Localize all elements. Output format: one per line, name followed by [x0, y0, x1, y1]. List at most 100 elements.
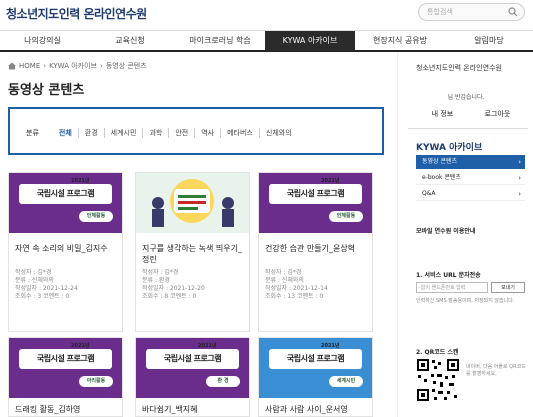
card-category: 분류 : 신체와의	[15, 277, 54, 284]
thumbnail-tag: 인체활동	[79, 211, 113, 222]
video-thumbnail[interactable]: 2021년 국립시설 프로그램 환 경	[136, 338, 249, 398]
breadcrumb-current: 동영상 콘텐츠	[105, 62, 147, 70]
filter-option-body[interactable]: 신체와의	[258, 128, 298, 138]
card-author: 작성자 : 김*경	[265, 269, 302, 276]
thumbnail-tag: 세계시민	[329, 376, 363, 387]
breadcrumb-separator: ›	[43, 62, 47, 70]
filter-label: 분류	[26, 129, 39, 137]
banner-text: 국립시설 프로그램	[286, 354, 345, 363]
category-filter: 분류 전체 환경 세계시민 과학 안전 역사 메타버스 신체와의	[8, 107, 384, 155]
banner-year: 2021년	[71, 178, 90, 184]
card-title[interactable]: 사람과 사람 사이_운서영	[265, 404, 370, 415]
filter-option-environment[interactable]: 환경	[77, 128, 104, 138]
nav-item-notice[interactable]: 알림마당	[445, 31, 533, 51]
video-thumbnail[interactable]: 2021년 국립시설 프로그램 세계시민	[259, 338, 372, 398]
nav-item-microlearning[interactable]: 마이크로러닝 학습	[175, 31, 265, 51]
logout-link[interactable]: 로그아웃	[485, 109, 511, 119]
chevron-right-icon: ›	[518, 158, 521, 166]
banner-text: 국립시설 프로그램	[36, 354, 95, 363]
video-card[interactable]: 2021년 국립시설 프로그램 세계시민 사람과 사람 사이_운서영	[258, 337, 373, 417]
qr-code	[416, 358, 460, 402]
card-date: 작성일자 : 2021-12-20	[142, 285, 205, 292]
nav-item-classroom[interactable]: 나의강의실	[0, 31, 85, 51]
search-placeholder: 통합검색	[427, 8, 453, 16]
card-meta: 작성자 : 김*경 분류 : 신체와의 작성일자 : 2021-12-14 조회…	[265, 269, 328, 301]
banner: 국립시설 프로그램	[146, 349, 239, 369]
video-thumbnail[interactable]: 2021년 국립시설 프로그램 인체활동	[9, 173, 122, 233]
send-sms-button[interactable]: 보내기	[491, 282, 525, 293]
chevron-right-icon: ›	[518, 174, 521, 182]
card-title[interactable]: 자연 속 소리의 비밀_김지수	[15, 243, 120, 254]
card-category: 분류 : 신체와의	[265, 277, 304, 284]
banner: 국립시설 프로그램	[19, 349, 112, 369]
banner-text: 국립시설 프로그램	[36, 189, 95, 198]
sidebar-org-name: 청소년지도인력 온라인연수원	[416, 64, 502, 72]
card-title[interactable]: 드래킹 활동_김하영	[15, 404, 120, 415]
card-date: 작성일자 : 2021-12-24	[15, 285, 78, 292]
thumbnail-tag: 인체활동	[329, 211, 363, 222]
main-nav: 나의강의실 교육신청 마이크로러닝 학습 KYWA 아카이브 현장지식 공유방 …	[0, 30, 533, 52]
site-logo[interactable]: 청소년지도인력 온라인연수원	[6, 5, 147, 22]
banner-year: 2021년	[198, 343, 217, 349]
sidebar-user-links: 내 정보 로그아웃	[416, 109, 526, 119]
card-meta: 작성자 : 김*경 분류 : 신체와의 작성일자 : 2021-12-24 조회…	[15, 269, 78, 301]
card-stats: 조회수 : 3 코멘트 : 0	[15, 293, 70, 300]
sidebar-item-label: 동영상 콘텐츠	[422, 158, 458, 165]
sidebar-item-video[interactable]: 동영상 콘텐츠 ›	[416, 155, 525, 169]
my-info-link[interactable]: 내 정보	[432, 109, 454, 119]
card-stats: 조회수 : 8 코멘트 : 0	[142, 293, 197, 300]
banner-year: 2021년	[71, 343, 90, 349]
video-card[interactable]: 2021년 국립시설 프로그램 인체활동 자연 속 소리의 비밀_김지수 작성자…	[8, 172, 123, 332]
video-thumbnail[interactable]: 2021년 국립시설 프로그램 인체활동	[259, 173, 372, 233]
banner: 국립시설 프로그램	[19, 184, 112, 204]
search-input[interactable]: 통합검색	[418, 3, 525, 21]
filter-option-safety[interactable]: 안전	[168, 128, 194, 138]
page-title: 동영상 콘텐츠	[8, 83, 85, 98]
banner-text: 국립시설 프로그램	[286, 189, 345, 198]
card-category: 분류 : 환경	[142, 277, 170, 284]
mobile-guide-title: 모바일 연수원 이용안내	[416, 228, 476, 235]
video-card[interactable]: 2021년 국립시설 프로그램 아리활동 드래킹 활동_김하영	[8, 337, 123, 417]
step-sms: 1. 서비스 URL 문자전송	[416, 272, 481, 279]
thumbnail-tag: 환 경	[206, 376, 240, 387]
video-thumbnail[interactable]	[136, 173, 249, 233]
card-stats: 조회수 : 13 코멘트 : 0	[265, 293, 324, 300]
card-meta: 작성자 : 김*경 분류 : 환경 작성일자 : 2021-12-20 조회수 …	[142, 269, 205, 301]
filter-option-science[interactable]: 과학	[142, 128, 168, 138]
thumbnail-illustration	[152, 179, 234, 227]
breadcrumb-separator: ›	[100, 62, 103, 70]
filter-option-history[interactable]: 역사	[194, 128, 220, 138]
search-icon[interactable]	[508, 7, 518, 17]
sms-note: 인력하신 SMS 발송용이며, 저장되지 않습니다.	[416, 298, 515, 304]
video-card[interactable]: 2021년 국립시설 프로그램 인체활동 건강한 습관 만들기_윤상혁 작성자 …	[258, 172, 373, 332]
divider	[408, 128, 528, 129]
sidebar: 청소년지도인력 온라인연수원 님 반갑습니다. 내 정보 로그아웃 KYWA 아…	[397, 52, 533, 417]
chevron-right-icon: ›	[518, 190, 521, 198]
nav-item-apply[interactable]: 교육신청	[85, 31, 175, 51]
thumbnail-tag: 아리활동	[79, 376, 113, 387]
video-card[interactable]: 지구를 생각하는 녹색 띄우기_정린 작성자 : 김*경 분류 : 환경 작성일…	[135, 172, 250, 332]
sidebar-item-label: e-book 콘텐츠	[422, 174, 461, 181]
card-date: 작성일자 : 2021-12-14	[265, 285, 328, 292]
nav-item-knowledge[interactable]: 현장지식 공유방	[355, 31, 445, 51]
breadcrumb-archive[interactable]: KYWA 아카이브	[49, 61, 97, 71]
card-author: 작성자 : 김*경	[15, 269, 52, 276]
filter-option-all[interactable]: 전체	[53, 128, 78, 138]
nav-item-archive[interactable]: KYWA 아카이브	[265, 31, 355, 51]
banner: 국립시설 프로그램	[269, 184, 362, 204]
sidebar-item-ebook[interactable]: e-book 콘텐츠 ›	[416, 171, 525, 185]
video-card[interactable]: 2021년 국립시설 프로그램 환 경 바다쉼기_백지혜	[135, 337, 250, 417]
phone-input[interactable]: -없이 핸드폰번호 입력	[416, 282, 488, 293]
video-thumbnail[interactable]: 2021년 국립시설 프로그램 아리활동	[9, 338, 122, 398]
card-title[interactable]: 지구를 생각하는 녹색 띄우기_정린	[142, 243, 247, 265]
banner-text: 국립시설 프로그램	[163, 354, 222, 363]
sidebar-item-qna[interactable]: Q&A ›	[416, 187, 525, 201]
filter-option-global-citizen[interactable]: 세계시민	[103, 128, 143, 138]
banner: 국립시설 프로그램	[269, 349, 362, 369]
filter-option-metaverse[interactable]: 메타버스	[220, 128, 259, 138]
banner-year: 2021년	[321, 178, 340, 184]
card-title[interactable]: 건강한 습관 만들기_윤상혁	[265, 243, 370, 254]
breadcrumb-home[interactable]: HOME	[19, 62, 40, 70]
card-title[interactable]: 바다쉼기_백지혜	[142, 404, 247, 415]
top-bar: 청소년지도인력 온라인연수원 통합검색	[0, 0, 533, 28]
